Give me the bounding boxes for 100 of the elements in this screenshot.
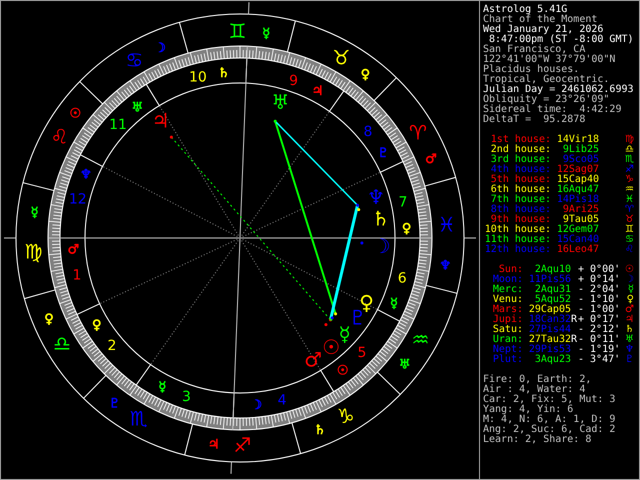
sign-glyph: ♉ xyxy=(625,215,635,225)
planet-glyph: ♇ xyxy=(625,355,635,365)
zodiac-sign-glyph: ♌ xyxy=(50,124,68,149)
house-number: 10 xyxy=(189,69,207,86)
planet-glyph: ☉ xyxy=(625,265,635,275)
planet-motion: - 1°19' xyxy=(578,345,620,355)
planet-name: Jupi: xyxy=(492,315,523,325)
planet-glyph: ♂ xyxy=(304,348,322,372)
planet-glyph: ♀ xyxy=(626,295,635,305)
planet-position: 2Aqu10 xyxy=(534,265,571,275)
house-position: 14Pis18 xyxy=(556,195,599,205)
house-number: 5 xyxy=(358,345,366,362)
planet-position: 5Aqu52 xyxy=(534,295,571,305)
house-label: 10th house: xyxy=(484,225,551,235)
planet-glyph: ☽ xyxy=(372,234,391,258)
planet-name: Nept: xyxy=(492,345,523,355)
ruler-glyph: ♆ xyxy=(440,258,452,274)
house-label: 8th house: xyxy=(490,205,551,215)
house-number: 11 xyxy=(109,116,127,133)
sign-glyph: ♓ xyxy=(625,195,635,205)
summary-line: M: 4, N: 6, A: 1, D: 9 xyxy=(483,415,616,425)
zodiac-sign-glyph: ♎ xyxy=(53,332,71,356)
zodiac-sign-glyph: ♉ xyxy=(332,45,350,70)
planet-position: 27Tau32 xyxy=(528,335,571,345)
sign-glyph: ♋ xyxy=(625,235,635,245)
ruler-glyph: ♀ xyxy=(92,318,102,333)
house-label: 6th house: xyxy=(490,185,551,195)
planet-position: 2Aqu31 xyxy=(534,285,571,295)
ruler-glyph: ☉ xyxy=(70,106,82,122)
planet-position: 3Aqu23 xyxy=(534,355,571,365)
planet-glyph: ☽ xyxy=(625,275,635,285)
sign-glyph: ♈ xyxy=(625,205,635,215)
ruler-glyph: ♀ xyxy=(402,222,412,237)
planet-position: 11Pis56 xyxy=(528,275,571,285)
ruler-glyph: ♂ xyxy=(425,152,437,168)
house-number: 12 xyxy=(68,191,87,208)
planet-glyph: ☉ xyxy=(322,334,340,359)
planet-glyph: ♆ xyxy=(366,184,385,209)
zodiac-sign-glyph: ♒ xyxy=(412,327,430,352)
planet-motion: - 2°04' xyxy=(578,285,620,295)
planet-glyph: ♃ xyxy=(625,315,635,325)
house-number: 3 xyxy=(182,389,191,406)
zodiac-sign-glyph: ♑ xyxy=(336,404,355,428)
sign-glyph: ♌ xyxy=(625,245,635,255)
planet-name: Venu: xyxy=(492,295,523,305)
info-line: DeltaT = 95.2878 xyxy=(483,115,586,125)
ruler-glyph: ☿ xyxy=(390,296,398,312)
retrograde-mark: R xyxy=(571,334,578,345)
zodiac-sign-glyph: ♍ xyxy=(24,239,42,264)
planet-motion: - 3°47' xyxy=(578,355,620,365)
planet-glyph: ☿ xyxy=(628,285,635,295)
info-line: San Francisco, CA xyxy=(483,45,586,55)
zodiac-sign-glyph: ♐ xyxy=(234,432,252,457)
zodiac-sign-glyph: ♏ xyxy=(130,406,148,431)
planet-glyph: ♂ xyxy=(625,305,635,315)
sign-glyph: ♎ xyxy=(625,145,635,155)
planet-glyph: ♄ xyxy=(372,206,390,231)
ruler-glyph: ♆ xyxy=(80,167,92,182)
planet-motion: + 0°17' xyxy=(578,315,620,325)
summary-line: Ang: 2, Suc: 6, Cad: 2 xyxy=(483,425,616,435)
summary-line: Yang: 4, Yin: 6 xyxy=(483,405,574,415)
retrograde-mark: R xyxy=(571,314,578,325)
house-label: 12th house: xyxy=(484,245,551,255)
house-label: 7th house: xyxy=(490,195,551,205)
planet-motion: + 0°14' xyxy=(578,275,620,285)
info-line: Chart of the Moment xyxy=(483,15,598,25)
info-line: Julian Day = 2461062.6993 xyxy=(483,85,635,95)
zodiac-sign-glyph: ♊ xyxy=(228,19,246,44)
house-number: 7 xyxy=(398,194,408,211)
house-position: 15Cap40 xyxy=(556,175,599,185)
house-position: 16Leo47 xyxy=(556,245,599,255)
zodiac-sign-glyph: ♈ xyxy=(409,120,427,144)
house-label: 2nd house: xyxy=(490,145,551,155)
ruler-glyph: ☿ xyxy=(262,26,270,42)
house-number: 2 xyxy=(108,338,116,354)
summary-line: Fire: 0, Earth: 2, xyxy=(483,375,592,385)
planet-name: Moon: xyxy=(492,275,523,285)
ruler-glyph: ☿ xyxy=(30,206,39,221)
planet-glyph: ☿ xyxy=(338,322,351,346)
planet-motion: - 1°10' xyxy=(578,295,620,305)
ruler-glyph: ♄ xyxy=(218,66,230,81)
planet-position: 29Pis53 xyxy=(528,345,571,355)
house-position: 9Sco05 xyxy=(562,155,599,165)
planet-glyph: ♆ xyxy=(625,345,635,355)
planet-name: Merc: xyxy=(492,285,523,295)
house-label: 3rd house: xyxy=(490,155,551,165)
sign-glyph: ♒ xyxy=(625,185,635,195)
planet-position: 29Cap05 xyxy=(528,305,571,315)
house-number: 9 xyxy=(289,72,298,89)
planet-motion: + 0°00' xyxy=(578,265,620,275)
house-position: 16Aqu47 xyxy=(556,185,599,195)
ruler-glyph: ♃ xyxy=(208,437,220,452)
ruler-glyph: ♃ xyxy=(312,84,324,100)
sign-glyph: ♐ xyxy=(625,165,635,175)
ruler-glyph: ♀ xyxy=(44,312,54,327)
info-line: Wed January 21, 2026 xyxy=(483,25,604,35)
ruler-glyph: ☽ xyxy=(154,41,166,56)
planet-name: Mars: xyxy=(492,305,523,315)
sign-glyph: ♊ xyxy=(625,225,635,235)
planet-name: Sun: xyxy=(498,265,523,275)
